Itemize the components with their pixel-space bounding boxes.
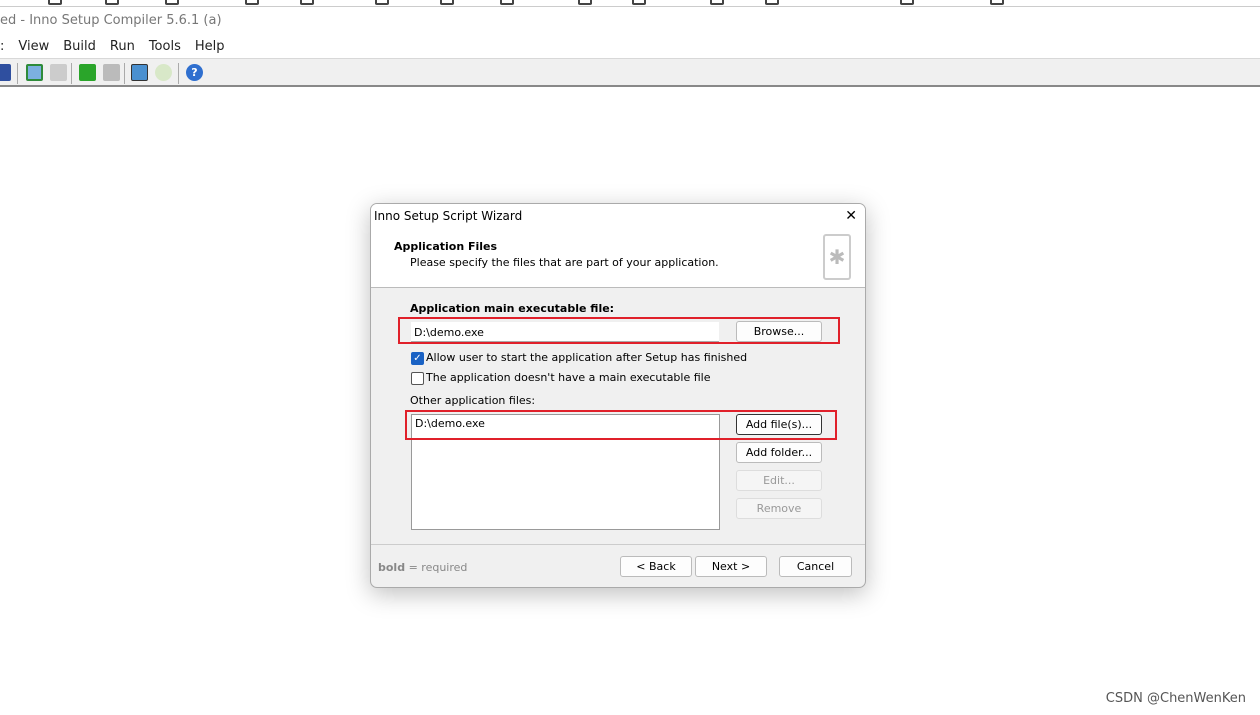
script-wizard-dialog: Inno Setup Script Wizard ✕ Application F… [370,203,866,588]
dialog-header: Inno Setup Script Wizard ✕ Application F… [371,204,865,288]
help-icon[interactable]: ? [186,64,203,81]
menu-help[interactable]: Help [195,39,225,54]
menu-tools[interactable]: Tools [149,39,181,54]
pause-icon[interactable] [103,64,120,81]
legend-text: = required [405,561,468,574]
menu-file[interactable]: : [0,39,4,54]
run-icon[interactable] [79,64,96,81]
add-files-button[interactable]: Add file(s)... [736,414,822,435]
add-folder-button[interactable]: Add folder... [736,442,822,463]
main-exe-label: Application main executable file: [410,302,615,315]
back-button[interactable]: < Back [620,556,692,577]
allow-start-label: Allow user to start the application afte… [426,351,748,364]
cancel-button[interactable]: Cancel [779,556,852,577]
menu-run[interactable]: Run [110,39,135,54]
page-subtitle: Please specify the files that are part o… [410,256,719,269]
menu-build[interactable]: Build [63,39,96,54]
no-main-exe-label: The application doesn't have a main exec… [426,371,711,384]
allow-start-checkbox[interactable]: ✓ [411,352,424,365]
refresh-icon[interactable] [155,64,172,81]
menu-view[interactable]: View [18,39,49,54]
save-icon[interactable] [0,64,11,81]
browse-button[interactable]: Browse... [736,321,822,342]
compile-icon[interactable] [26,64,43,81]
other-files-label: Other application files: [410,394,536,407]
document-icon: ✱ [823,234,851,280]
main-exe-input[interactable]: D:\demo.exe [411,322,719,342]
no-main-exe-checkbox[interactable] [411,372,424,385]
page-title: Application Files [394,240,498,253]
dialog-title: Inno Setup Script Wizard [374,209,523,223]
background-toolbar-strip [0,0,1260,7]
next-button[interactable]: Next > [695,556,767,577]
wizard-icon[interactable] [131,64,148,81]
footer-divider [371,544,865,545]
menu-bar: : View Build Run Tools Help [0,39,225,54]
remove-button[interactable]: Remove [736,498,822,519]
close-icon[interactable]: ✕ [845,208,857,224]
required-legend: bold = required [378,561,467,574]
legend-bold: bold [378,561,406,574]
window-title: ed - Inno Setup Compiler 5.6.1 (a) [0,13,222,28]
toolbar: ? [0,58,1260,87]
stop-compile-icon[interactable] [50,64,67,81]
edit-button[interactable]: Edit... [736,470,822,491]
watermark: CSDN @ChenWenKen [1105,691,1246,706]
